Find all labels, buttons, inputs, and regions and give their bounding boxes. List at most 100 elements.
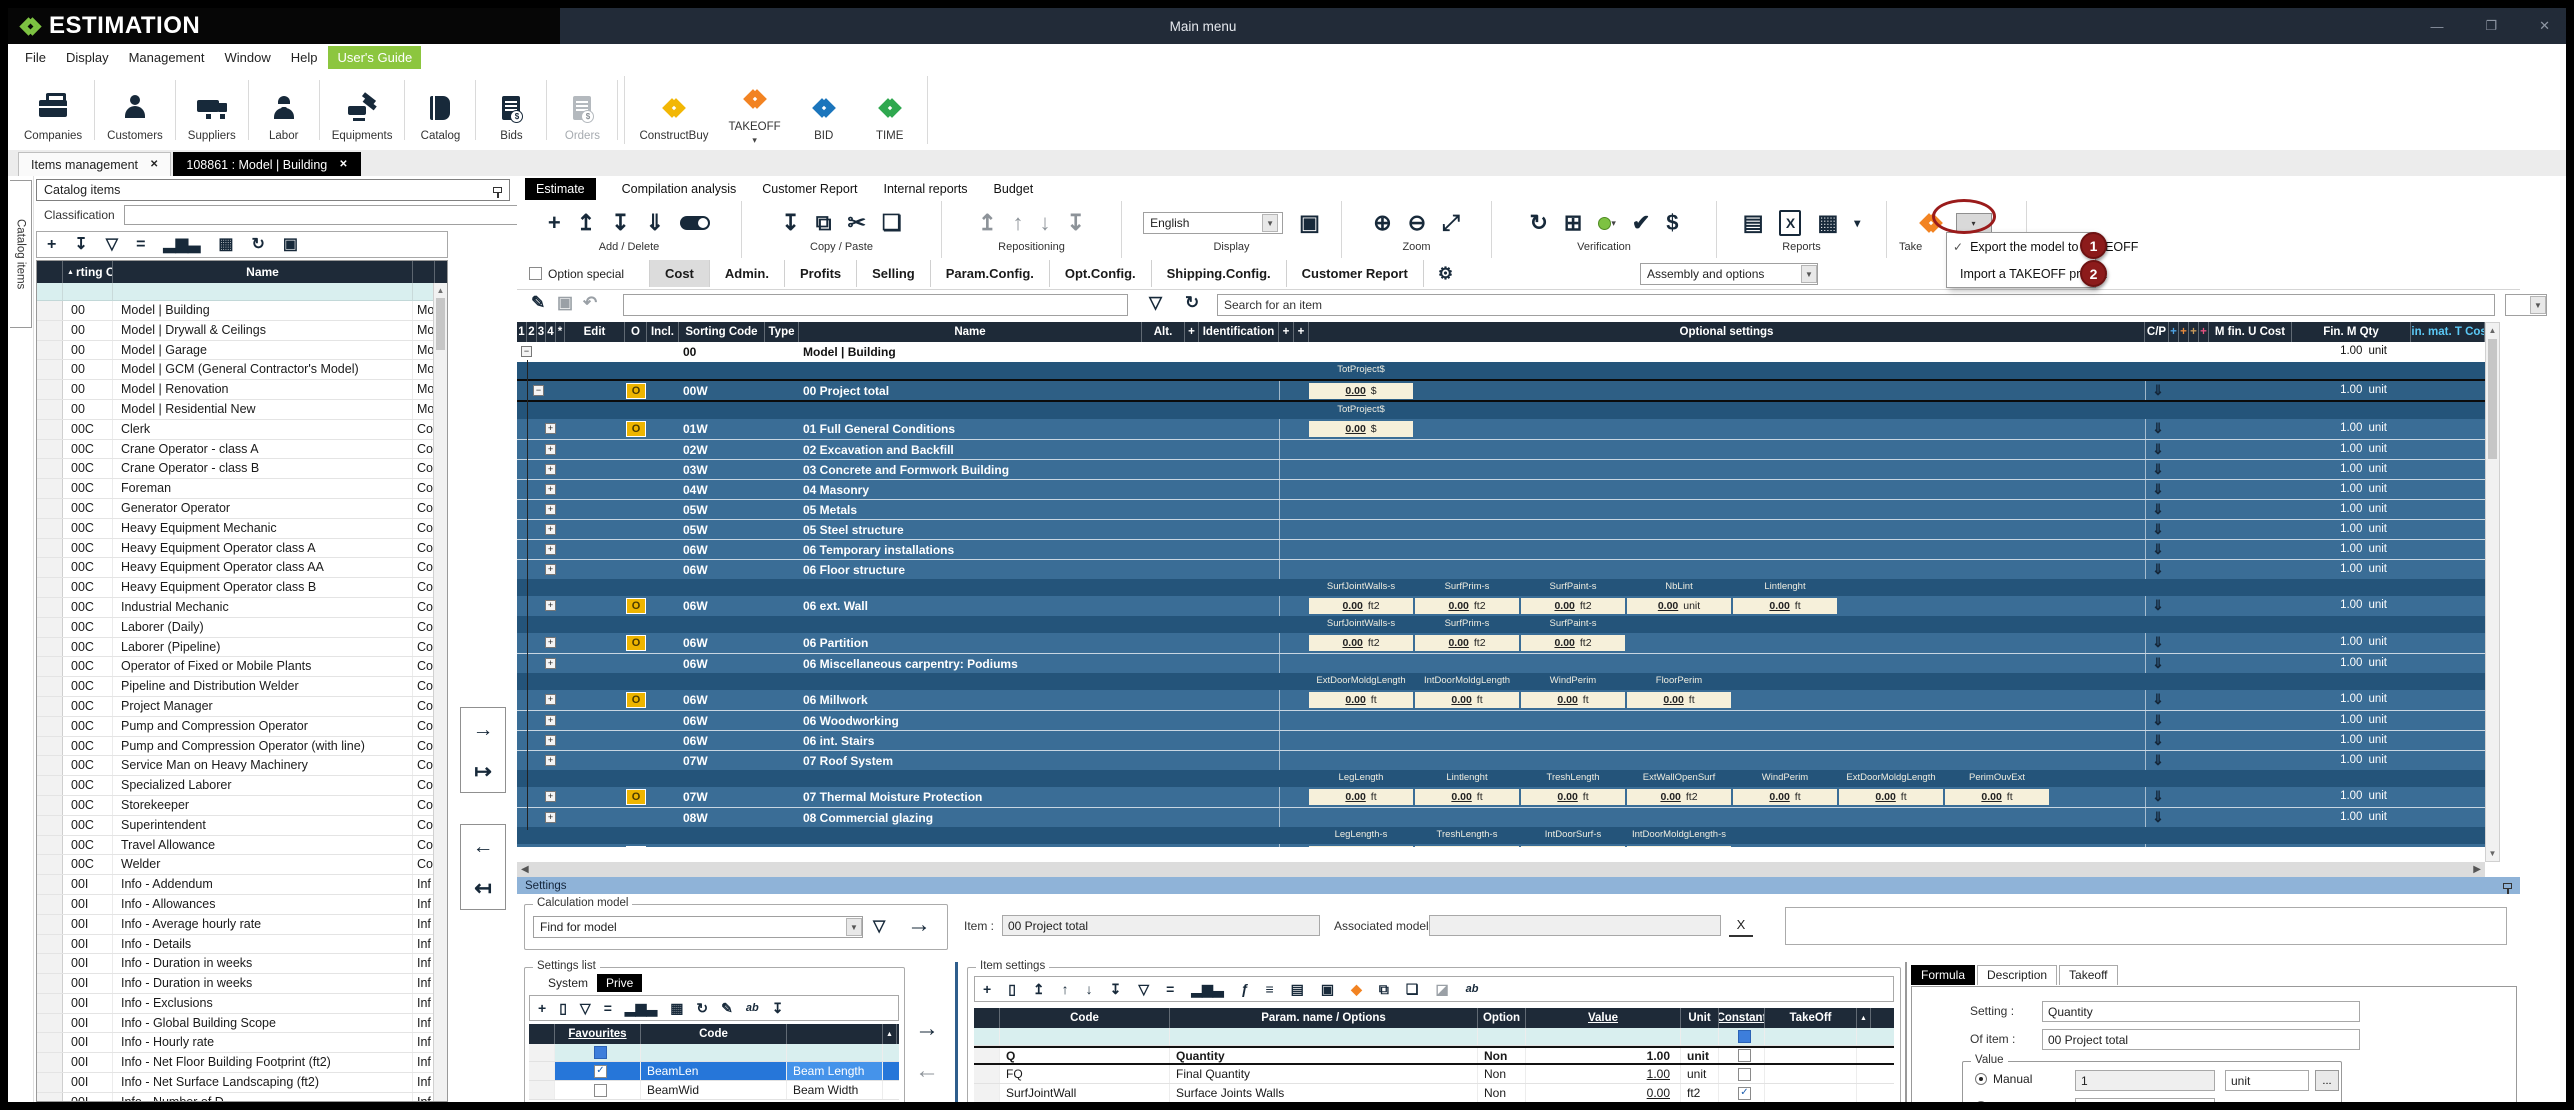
grid-row-main[interactable]: +06W06 Temporary installations⇓1.00unit <box>517 539 2485 559</box>
row-handle[interactable] <box>37 638 63 657</box>
grid-row-main[interactable]: +02W02 Excavation and Backfill⇓1.00unit <box>517 439 2485 459</box>
row-handle[interactable] <box>37 380 63 399</box>
grid-row-06-miscellaneous-carpentry-podiums[interactable]: +06W06 Miscellaneous carpentry: Podiums⇓… <box>517 653 2485 673</box>
filter-cell[interactable] <box>1000 1028 1170 1045</box>
grid-row-04-masonry[interactable]: +04W04 Masonry⇓1.00unit <box>517 479 2485 499</box>
move-top-icon[interactable]: ↥ <box>978 212 996 234</box>
row-handle[interactable] <box>37 776 63 795</box>
menu-item-file[interactable]: File <box>16 46 55 69</box>
takeoff-diamond-icon[interactable]: ◆ <box>1351 982 1362 996</box>
catalog-row[interactable]: 00Model | Residential NewMo <box>37 400 447 420</box>
grid-row-main[interactable]: −00Model | Building1.00unit <box>517 342 2485 362</box>
row-handle[interactable] <box>37 1093 63 1102</box>
import-icon[interactable]: ↧ <box>781 212 799 234</box>
item-settings-col-takeoff[interactable]: TakeOff <box>1765 1008 1857 1028</box>
param-value-box[interactable]: 0.00ft2 <box>1309 635 1413 651</box>
row-handle[interactable] <box>37 519 63 538</box>
checkbox-icon[interactable] <box>594 1065 607 1078</box>
settings-list-tab-prive[interactable]: Prive <box>597 974 642 992</box>
row-handle[interactable] <box>37 677 63 696</box>
undo-icon[interactable]: ↶ <box>583 294 597 311</box>
subtab-param-config[interactable]: Param.Config. <box>931 260 1050 287</box>
grid-row-main[interactable]: +O06W06 ext. Wall0.00ft20.00ft20.00ft20.… <box>517 596 2485 616</box>
move-up-icon[interactable]: ↑ <box>1062 982 1069 996</box>
save-icon[interactable]: ▣ <box>557 294 573 311</box>
tree-toggle-icon[interactable]: + <box>545 715 556 726</box>
move-top-icon[interactable]: ↥ <box>1033 982 1045 996</box>
assembly-options-select[interactable]: Assembly and options▼ <box>1640 263 1818 285</box>
filter-icon[interactable]: ▽ <box>1149 294 1162 311</box>
chevron-down-icon[interactable]: ▼ <box>846 918 862 936</box>
row-handle[interactable] <box>37 479 63 498</box>
param-value-box[interactable]: 0.00ft2 <box>1521 598 1625 614</box>
grid-column-identification[interactable]: Identification <box>1199 322 1279 342</box>
filter-cell[interactable] <box>1526 1028 1681 1045</box>
row-handle[interactable] <box>37 420 63 439</box>
grid-column-c-p[interactable]: C/P <box>2145 322 2169 342</box>
tree-toggle-icon[interactable]: + <box>545 504 556 515</box>
eraser-icon[interactable]: ◪ <box>1435 982 1448 996</box>
status-dot-icon[interactable]: ▾ <box>1598 217 1616 230</box>
grid-row-main[interactable]: +O08W08 Interior Doors and Frames Buildi… <box>517 844 2485 847</box>
catalog-row[interactable]: 00IInfo - Net Surface Landscaping (ft2)I… <box>37 1073 447 1093</box>
delete-icon[interactable]: ▯ <box>559 1001 567 1015</box>
apply-model-arrow-icon[interactable]: → <box>907 911 931 939</box>
grid-row-06-partition[interactable]: SurfJointWalls-sSurfPrim-sSurfPaint-s+O0… <box>517 616 2485 653</box>
copy-paste-icon[interactable]: ⇓ <box>2147 522 2169 536</box>
delete-icon[interactable]: ▯ <box>1008 982 1016 996</box>
grid-row-02-excavation-and-backfill[interactable]: +02W02 Excavation and Backfill⇓1.00unit <box>517 439 2485 459</box>
splitter[interactable] <box>955 962 958 1102</box>
settings-list-tab-system[interactable]: System <box>539 974 597 992</box>
param-value-box[interactable]: 0.00$ <box>1309 383 1413 399</box>
copy-paste-icon[interactable]: ⇓ <box>2147 502 2169 516</box>
row-handle[interactable] <box>37 400 63 419</box>
subtab-selling[interactable]: Selling <box>857 260 931 287</box>
grid-row-main[interactable]: +07W07 Roof System⇓1.00unit <box>517 750 2485 770</box>
catalog-row[interactable]: 00Model | RenovationMo <box>37 380 447 400</box>
settings-list-row[interactable]: BeamWidBeam Width <box>529 1081 899 1100</box>
row-handle[interactable] <box>37 440 63 459</box>
scrollbar-thumb[interactable] <box>436 298 445 350</box>
favourite-cell[interactable] <box>555 1044 641 1061</box>
splitter[interactable] <box>1905 962 1907 1102</box>
paste-icon[interactable]: ❏ <box>882 212 902 234</box>
checkbox-icon[interactable] <box>1738 1087 1751 1100</box>
row-handle[interactable] <box>37 836 63 855</box>
copy-paste-icon[interactable]: ⇓ <box>2147 462 2169 476</box>
item-settings-row-q[interactable]: QQuantityNon1.00unit <box>974 1046 1894 1065</box>
grid-row-main[interactable]: −O00W00 Project total0.00$⇓1.00unit <box>517 379 2485 402</box>
print-icon[interactable]: ▦ <box>670 1001 683 1015</box>
row-handle[interactable] <box>37 499 63 518</box>
pin-icon[interactable] <box>493 187 502 193</box>
item-settings-col-value[interactable]: Value <box>1526 1008 1681 1028</box>
row-handle[interactable] <box>37 558 63 577</box>
checkbox-icon[interactable] <box>1738 1068 1751 1081</box>
grid-row-06-floor-structure[interactable]: +06W06 Floor structure⇓1.00unit <box>517 559 2485 579</box>
menu-item-window[interactable]: Window <box>215 46 279 69</box>
grid-row-01-full-general-conditions[interactable]: TotProject$+O01W01 Full General Conditio… <box>517 402 2485 439</box>
refresh-icon[interactable]: ↻ <box>1185 294 1199 311</box>
grid-row-06-temporary-installations[interactable]: +06W06 Temporary installations⇓1.00unit <box>517 539 2485 559</box>
chart-icon[interactable]: ▂▆▃ <box>163 237 200 253</box>
catalog-row[interactable]: 00Model | GCM (General Contractor's Mode… <box>37 360 447 380</box>
grid-column-[interactable]: * <box>556 322 565 342</box>
grid-row-06-ext-wall[interactable]: SurfJointWalls-sSurfPrim-sSurfPaint-sNbL… <box>517 579 2485 616</box>
paste-icon[interactable]: ❏ <box>1406 982 1419 996</box>
settings-list-col-2[interactable]: Code <box>641 1024 787 1044</box>
of-item-field[interactable]: 00 Project total <box>2042 1029 2360 1050</box>
filter-icon[interactable]: ▽ <box>873 916 885 936</box>
report-doc-icon[interactable]: ▤ <box>1743 212 1764 234</box>
minimize-button[interactable]: — <box>2430 19 2443 34</box>
row-handle[interactable] <box>37 974 63 993</box>
scroll-up-icon[interactable]: ▲ <box>2486 323 2499 338</box>
grid-column-2[interactable]: 2 <box>527 322 537 342</box>
language-select[interactable]: English▼ <box>1143 212 1283 234</box>
param-value-box[interactable]: 0.00ft <box>1309 846 1413 847</box>
grid-row-06-int-stairs[interactable]: +06W06 int. Stairs⇓1.00unit <box>517 730 2485 750</box>
formula-radio[interactable]: Formula <box>1975 1100 2037 1102</box>
copy-paste-icon[interactable]: ⇓ <box>2147 733 2169 747</box>
rename-icon[interactable]: ab <box>746 1003 759 1014</box>
tree-toggle-icon[interactable]: + <box>545 544 556 555</box>
catalog-row[interactable]: 00Model | GarageMo <box>37 341 447 361</box>
import-icon[interactable]: ↧ <box>772 1001 784 1015</box>
